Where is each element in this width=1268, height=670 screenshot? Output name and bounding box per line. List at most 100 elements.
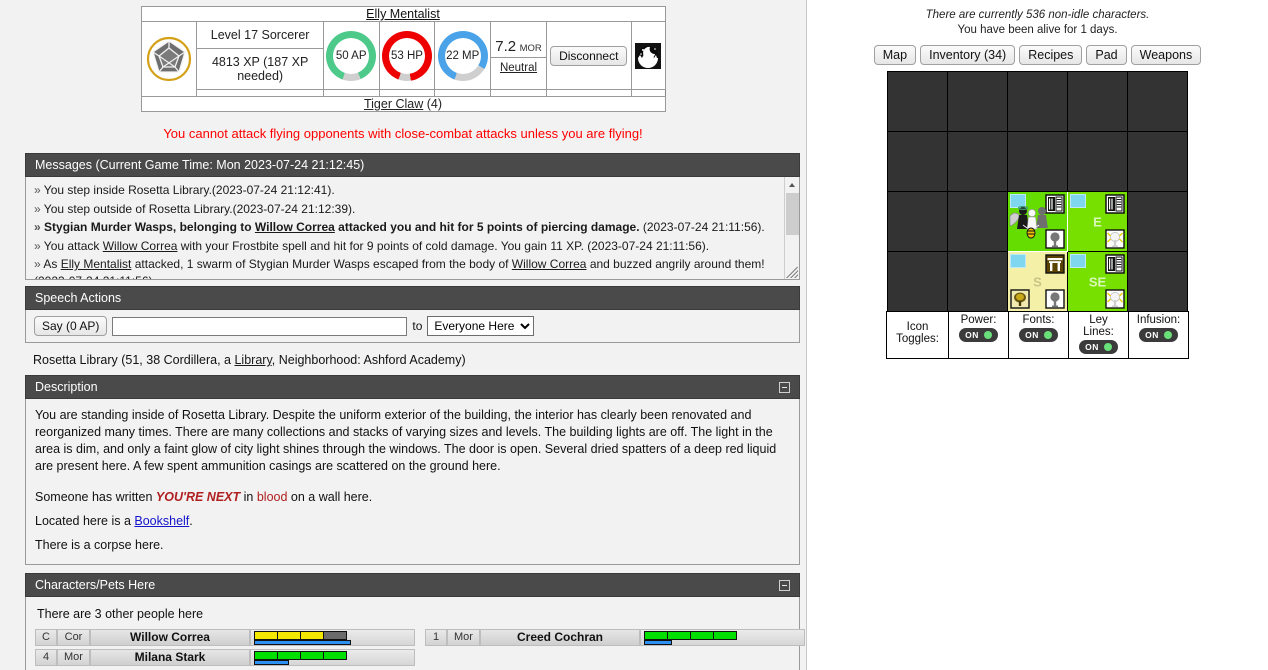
speech-input[interactable] [112,316,408,336]
tree-icon-slot[interactable] [1010,289,1030,309]
toggle-fonts[interactable]: Fonts: ON [1008,311,1069,359]
character-rank: 4 [35,649,57,666]
toggle-power[interactable]: Power: ON [948,311,1009,359]
toggle-state: ON [965,330,979,340]
streetlamp-lit-icon-slot[interactable] [1105,229,1125,249]
toggle-indicator-icon [1103,343,1112,351]
resize-handle-icon[interactable] [785,265,798,278]
map-cell[interactable] [1067,71,1128,132]
map-cell[interactable]: E [1067,191,1128,252]
characters-panel-header: Characters/Pets Here [25,573,800,597]
window-icon [1010,254,1026,268]
tab-weapons[interactable]: Weapons [1130,45,1202,65]
speech-controls: Say (0 AP) to Everyone Here [25,310,800,343]
toggle-infusion[interactable]: Infusion: ON [1128,311,1189,359]
health-block [300,651,324,660]
icon-toggles-table: Icon Toggles: Power: ON Fonts: ON Ley Lines: ON… [886,311,1189,359]
location-type-link[interactable]: Library [234,353,271,367]
map-cell[interactable] [887,71,948,132]
disconnect-button[interactable]: Disconnect [550,45,628,66]
message-text: attacked you and hit for 5 points of pie… [334,220,640,234]
message-bullet-icon: » [34,220,45,234]
toggle-switch[interactable]: ON [1019,328,1058,342]
toggle-switch[interactable]: ON [1139,328,1178,342]
map-cell[interactable]: S [1007,251,1068,312]
bookshelf-link[interactable]: Bookshelf [134,514,189,528]
map-cell[interactable] [1007,131,1068,192]
equipped-weapon[interactable]: Tiger Claw [364,97,423,111]
message-bullet-icon: » [34,183,44,197]
health-block [690,631,714,640]
location-suffix: , Neighborhood: Ashford Academy) [271,353,466,367]
map-container: E S SE [807,71,1268,312]
morale-unit: MOR [519,42,542,54]
toggle-switch[interactable]: ON [959,328,998,342]
tree-icon [1010,289,1030,309]
sidebar-panel: There are currently 536 non-idle charact… [806,0,1268,670]
map-cell[interactable] [887,191,948,252]
map-cell[interactable] [1127,191,1188,252]
message-character-link[interactable]: Willow Correa [512,257,587,271]
character-name-cell[interactable]: Milana Stark [90,649,250,666]
collapse-description-icon[interactable] [779,381,790,393]
health-block [300,631,324,640]
toggles-row: Icon Toggles: Power: ON Fonts: ON Ley Lines: ON… [886,311,1189,359]
tab-map[interactable]: Map [873,45,917,65]
map-cell[interactable] [1067,131,1128,192]
message-line: » Stygian Murder Wasps, belonging to Wil… [34,218,791,237]
located-pre: Located here is a [35,514,135,528]
toggle-switch[interactable]: ON [1079,340,1118,354]
tab-inventory[interactable]: Inventory (34) [920,45,1016,65]
hp-ring: 53 HP [381,30,432,81]
map-cell[interactable] [1007,71,1068,132]
bookshelf-icon [1105,194,1125,214]
mp-ring: 22 MP [437,30,488,81]
message-character-link[interactable]: Willow Correa [255,220,335,234]
message-character-link[interactable]: Elly Mentalist [61,257,132,271]
map-cell[interactable] [1127,71,1188,132]
torii-gate-icon-slot[interactable] [1045,254,1065,274]
streetlamp-lit-icon-slot[interactable] [1105,289,1125,309]
scroll-up-arrow-icon[interactable] [785,177,799,192]
map-cell[interactable] [1127,131,1188,192]
messages-list: » You step inside Rosetta Library.(2023-… [25,177,800,280]
time-of-day-cell[interactable] [630,21,666,90]
map-cell[interactable] [887,131,948,192]
character-name-cell[interactable]: Willow Correa [90,629,250,646]
map-cell[interactable] [947,251,1008,312]
scrollbar-thumb[interactable] [786,193,799,235]
character-row[interactable]: C Cor Willow Correa [35,629,425,646]
say-button[interactable]: Say (0 AP) [34,316,108,336]
collapse-characters-icon[interactable] [779,579,790,591]
message-character-link[interactable]: Willow Correa [103,239,178,253]
tab-pad[interactable]: Pad [1086,45,1127,65]
map-cell[interactable] [1007,191,1068,252]
morale-cell: 7.2 MOR Neutral [490,21,547,90]
map-cell[interactable] [887,251,948,312]
avatar-cell[interactable] [140,21,198,97]
character-name[interactable]: Elly Mentalist [366,7,440,21]
map-cell[interactable] [947,191,1008,252]
map-cell[interactable] [1127,251,1188,312]
alignment[interactable]: Neutral [491,58,546,78]
bookshelf-icon-slot[interactable] [1105,254,1125,274]
toggle-indicator-icon [1163,331,1172,339]
tab-recipes[interactable]: Recipes [1019,45,1083,65]
map-cell[interactable] [947,71,1008,132]
speech-target-select[interactable]: Everyone Here [427,316,535,336]
map-cell[interactable] [947,131,1008,192]
character-health-bars [250,629,415,646]
map-grid[interactable]: E S SE [887,71,1188,312]
messages-scrollbar[interactable] [784,177,799,279]
character-row[interactable]: 4 Mor Milana Stark [35,649,425,666]
graffiti-post: on a wall here. [287,490,373,504]
streetlamp-icon-slot[interactable] [1045,289,1065,309]
toggle-ley-lines[interactable]: Ley Lines: ON [1068,311,1129,359]
character-name-cell[interactable]: Creed Cochran [480,629,640,646]
bookshelf-icon-slot[interactable] [1105,194,1125,214]
icon-toggles-container: Icon Toggles: Power: ON Fonts: ON Ley Lines: ON… [807,311,1268,359]
character-row[interactable]: 1 Mor Creed Cochran [425,629,815,646]
warning-message: You cannot attack flying opponents with … [163,126,643,141]
map-cell[interactable]: SE [1067,251,1128,312]
graffiti-blood: blood [256,490,288,504]
